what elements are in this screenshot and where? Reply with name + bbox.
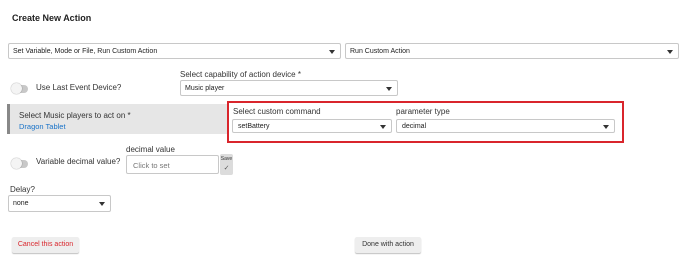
delay-value: none [13,200,29,207]
use-last-event-label: Use Last Event Device? [36,83,122,92]
check-icon: ✓ [223,165,230,172]
chevron-down-icon [380,125,386,129]
decimal-value-input[interactable]: Click to set [126,155,219,174]
device-panel: Select Music players to act on * Dragon … [7,104,228,134]
chevron-down-icon [329,50,335,54]
toggle-knob [11,158,22,169]
capability-label: Select capability of action device * [180,70,301,79]
action-sub-value: Run Custom Action [350,48,410,55]
done-button[interactable]: Done with action [355,237,421,253]
capability-value: Music player [185,85,225,92]
parameter-type-select[interactable]: decimal [396,119,615,133]
action-sub-select[interactable]: Run Custom Action [345,43,679,59]
delay-label: Delay? [10,185,35,194]
toggle-knob [11,83,22,94]
delay-select[interactable]: none [8,195,111,212]
action-type-value: Set Variable, Mode or File, Run Custom A… [13,48,158,55]
custom-command-value: setBattery [238,123,270,130]
cancel-button[interactable]: Cancel this action [12,237,79,253]
chevron-down-icon [386,87,392,91]
parameter-type-value: decimal [402,123,427,130]
chevron-down-icon [603,125,609,129]
capability-select[interactable]: Music player [180,80,398,96]
use-last-event-toggle[interactable] [11,83,28,94]
custom-command-label: Select custom command [233,107,321,116]
decimal-value-label: decimal value [126,145,175,154]
save-button-label: Save [220,156,233,162]
variable-decimal-toggle[interactable] [11,158,28,169]
device-panel-label: Select Music players to act on * [19,111,131,120]
page-title: Create New Action [12,13,92,23]
chevron-down-icon [667,50,673,54]
device-panel-value[interactable]: Dragon Tablet [19,122,66,131]
action-type-select[interactable]: Set Variable, Mode or File, Run Custom A… [8,43,341,59]
variable-decimal-label: Variable decimal value? [36,157,121,166]
save-button[interactable]: Save ✓ [220,154,233,175]
chevron-down-icon [99,202,105,206]
custom-command-select[interactable]: setBattery [232,119,392,133]
parameter-type-label: parameter type [396,107,450,116]
